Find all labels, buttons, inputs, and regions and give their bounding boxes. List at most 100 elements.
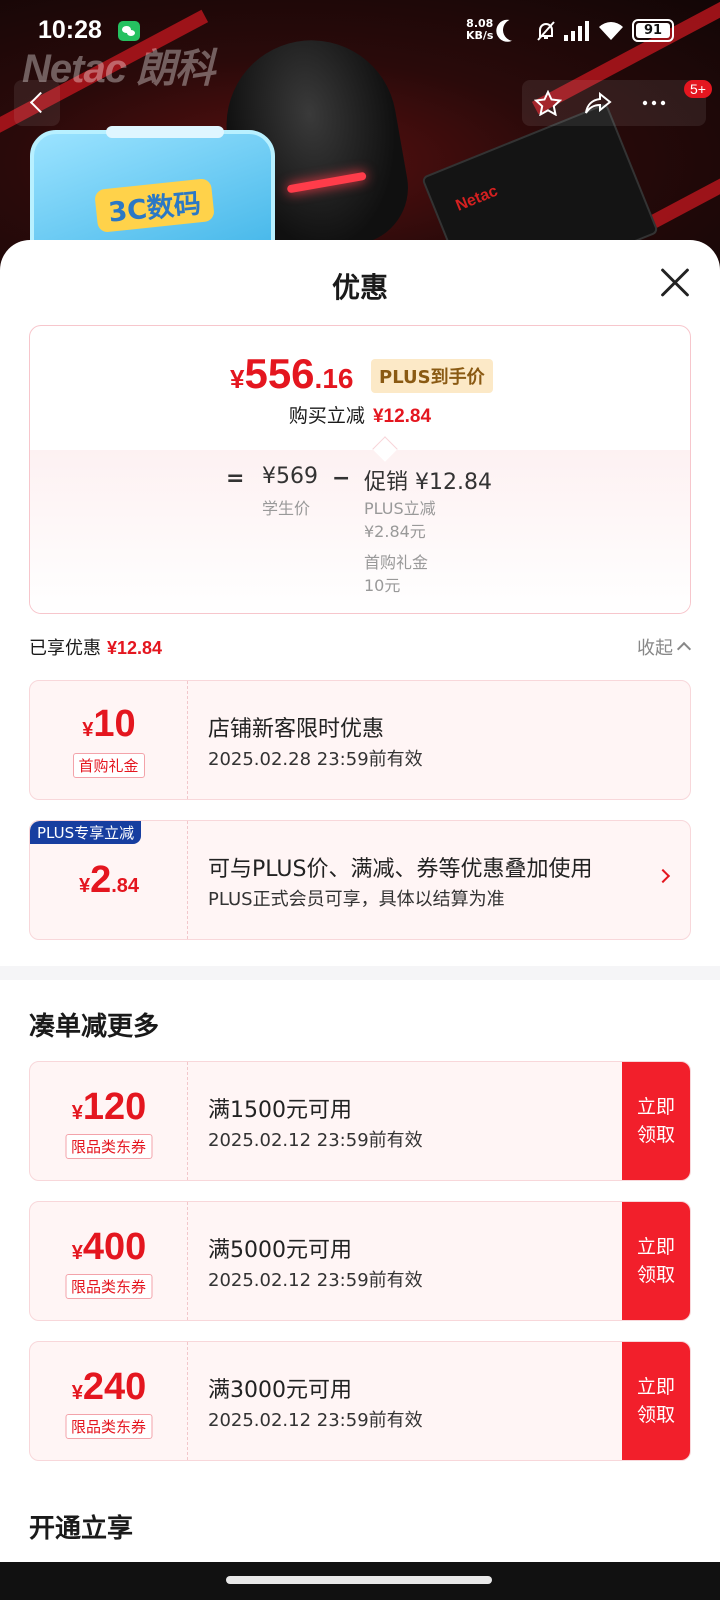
discount-sheet: 优惠 ¥556.16 PLUS到手价 购买立减 ¥12.84 = ¥569 学生价… [0, 240, 720, 1600]
coupon-expiry: 2025.02.12 23:59前有效 [208, 1270, 423, 1291]
coupon-expiry: 2025.02.12 23:59前有效 [208, 1410, 423, 1431]
coupon-amount: ¥10 [30, 703, 188, 746]
minus-sign: − [332, 466, 351, 491]
coupon-expiry: 2025.02.12 23:59前有效 [208, 1130, 423, 1151]
coupon-currency: ¥ [71, 1242, 83, 1264]
close-icon[interactable] [660, 268, 690, 298]
plus-exclusive-tag: PLUS专享立减 [30, 821, 142, 844]
coupon-title: 满3000元可用 [208, 1378, 352, 1403]
more-icon[interactable] [640, 90, 668, 116]
coupon-currency: ¥ [71, 1102, 83, 1124]
enjoyed-value: ¥12.84 [107, 638, 163, 658]
signal-icon [564, 21, 589, 41]
coupon-card: ¥400 限品类东券 满5000元可用 2025.02.12 23:59前有效 … [29, 1201, 691, 1321]
do-not-disturb-icon [500, 16, 528, 44]
promo-line: 促销 ¥12.84 [364, 464, 492, 496]
price-breakdown-card: ¥556.16 PLUS到手价 购买立减 ¥12.84 = ¥569 学生价 − … [29, 325, 691, 614]
home-indicator[interactable] [0, 1562, 720, 1600]
gift-label: 首购礼金 [364, 553, 429, 572]
plus-cut-value: ¥2.84元 [364, 522, 426, 541]
coupon-value: 10 [93, 703, 136, 745]
product-label: Netac [453, 182, 501, 215]
star-icon[interactable] [534, 90, 562, 116]
sticker-label: 3C数码 [94, 178, 215, 233]
coupon-card: ¥120 限品类东券 满1500元可用 2025.02.12 23:59前有效 … [29, 1061, 691, 1181]
instant-discount-label: 购买立减 [288, 405, 365, 427]
coupon-note: PLUS正式会员可享，具体以结算为准 [208, 889, 505, 910]
price-breakdown-lower [30, 450, 690, 613]
battery-level: 91 [636, 23, 670, 38]
status-time: 10:28 [38, 16, 102, 44]
coupon-kind: 限品类东券 [64, 1134, 153, 1159]
base-price-value: ¥569 [262, 464, 318, 489]
back-button[interactable] [14, 80, 60, 126]
claim-button[interactable]: 立即领取 [622, 1202, 690, 1320]
sheet-title: 优惠 [331, 271, 388, 304]
wechat-icon [118, 21, 140, 41]
mute-icon [537, 21, 555, 41]
coupon-title: 店铺新客限时优惠 [208, 717, 385, 742]
coupon-title: 满1500元可用 [208, 1098, 352, 1123]
promo-label: 促销 [364, 470, 409, 495]
coupon-amount: ¥2.84 [30, 859, 188, 902]
status-bar: 10:28 8.08 KB/s 91 [0, 0, 720, 64]
coupon-currency: ¥ [71, 1382, 83, 1404]
coupon-value: 240 [82, 1366, 147, 1408]
coupon-kind: 限品类东券 [64, 1274, 153, 1299]
claim-button[interactable]: 立即领取 [622, 1342, 690, 1460]
top-action-group [522, 80, 706, 126]
coupon-value: 400 [82, 1226, 147, 1268]
final-price: ¥556.16 [230, 350, 353, 398]
coupon-decimal: .84 [111, 875, 140, 897]
gift-value: 10元 [364, 576, 401, 595]
notification-badge: 5+ [684, 80, 712, 98]
section-title-more: 凑单减更多 [29, 1012, 160, 1042]
coupon-amount: ¥400 [30, 1226, 188, 1269]
share-icon[interactable] [584, 90, 612, 116]
equals-sign: = [226, 466, 245, 491]
coupon-kind: 限品类东券 [64, 1414, 153, 1439]
product-hero: Netac 朗科 Netac 3C数码 10:28 8.08 KB/s 91 5… [0, 0, 720, 270]
coupon-amount-area: ¥400 限品类东券 [30, 1202, 188, 1320]
instant-discount: 购买立减 ¥12.84 [30, 401, 690, 428]
coupon-title: 满5000元可用 [208, 1238, 352, 1263]
coupon-currency: ¥ [82, 719, 94, 741]
plus-cut-label: PLUS立减 [364, 499, 436, 518]
coupon-value: 120 [82, 1086, 147, 1128]
coupon-expiry: 2025.02.28 23:59前有效 [208, 749, 423, 770]
coupon-value: 2 [90, 859, 112, 901]
sticker-pill [106, 126, 224, 138]
net-speed-unit: KB/s [466, 29, 494, 42]
coupon-plus-discount[interactable]: ¥2.84 PLUS专享立减 可与PLUS价、满减、券等优惠叠加使用 PLUS正… [29, 820, 691, 940]
base-price: ¥569 学生价 [262, 464, 318, 518]
coupon-title: 可与PLUS价、满减、券等优惠叠加使用 [208, 857, 593, 882]
chevron-right-icon [655, 868, 671, 884]
price-decimal: .16 [314, 363, 354, 394]
enjoyed-discount-row: 已享优惠 ¥12.84 收起 [29, 634, 691, 660]
coupon-currency: ¥ [78, 875, 91, 897]
coupon-amount: ¥240 [30, 1366, 188, 1409]
promo-value: ¥12.84 [415, 470, 492, 495]
coupon-amount-area: ¥240 限品类东券 [30, 1342, 188, 1460]
plus-price-tag: PLUS到手价 [371, 359, 493, 393]
claim-button[interactable]: 立即领取 [622, 1062, 690, 1180]
price-currency: ¥ [230, 364, 245, 394]
enjoyed-label: 已享优惠 ¥12.84 [29, 634, 691, 660]
price-integer: 556 [244, 350, 315, 397]
section-title-open: 开通立享 [29, 1514, 134, 1544]
network-speed: 8.08 KB/s [466, 18, 493, 42]
coupon-amount-area: ¥10 首购礼金 [30, 681, 188, 799]
collapse-button[interactable]: 收起 [637, 634, 691, 660]
enjoyed-label-text: 已享优惠 [29, 638, 101, 659]
coupon-amount-area: ¥120 限品类东券 [30, 1062, 188, 1180]
instant-discount-value: ¥12.84 [372, 406, 432, 427]
section-divider [0, 966, 720, 980]
coupon-amount: ¥120 [30, 1086, 188, 1129]
coupon-first-purchase: ¥10 首购礼金 店铺新客限时优惠 2025.02.28 23:59前有效 [29, 680, 691, 800]
coupon-card: ¥240 限品类东券 满3000元可用 2025.02.12 23:59前有效 … [29, 1341, 691, 1461]
promo-breakdown: 促销 ¥12.84 PLUS立减 ¥2.84元 首购礼金 10元 [364, 464, 492, 595]
battery-icon: 91 [632, 19, 674, 42]
coupon-kind: 首购礼金 [72, 753, 145, 778]
wifi-icon [599, 22, 623, 40]
base-price-label: 学生价 [262, 499, 311, 518]
